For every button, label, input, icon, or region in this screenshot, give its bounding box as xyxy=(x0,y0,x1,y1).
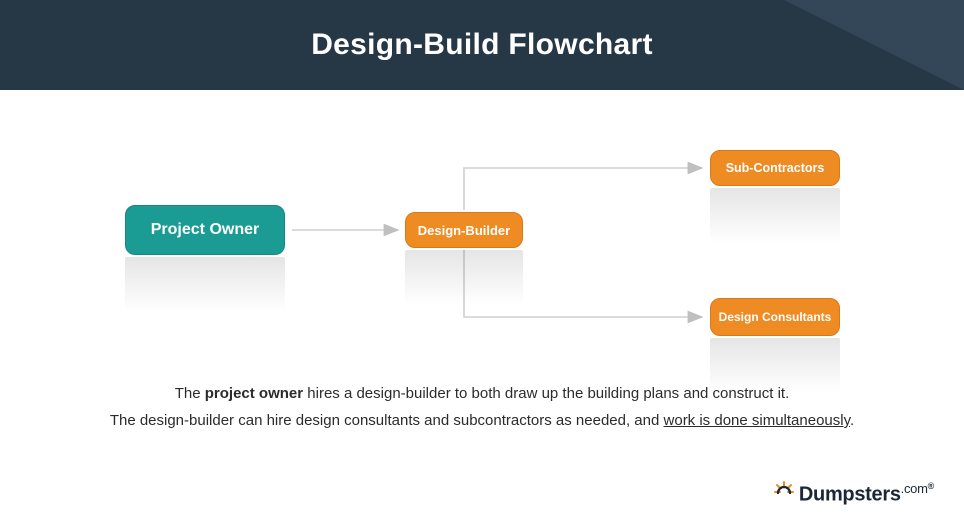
node-design-consultants: Design Consultants xyxy=(710,298,840,336)
logo-text: Dumpsters.com® xyxy=(799,481,934,507)
caption-text-part: The xyxy=(175,385,205,402)
logo-burst-icon xyxy=(773,480,795,507)
logo-suffix: .com xyxy=(901,481,928,496)
logo-registered: ® xyxy=(928,481,934,491)
node-sub-contractors: Sub-Contractors xyxy=(710,150,840,186)
arrow-builder-to-subcontractors xyxy=(464,168,702,210)
logo-brand: Dumpsters xyxy=(799,483,901,505)
page-title: Design-Build Flowchart xyxy=(311,28,653,62)
node-shadow xyxy=(710,188,840,243)
header-banner: Design-Build Flowchart xyxy=(0,0,964,90)
caption-text-part: The design-builder can hire design consu… xyxy=(110,412,664,429)
node-shadow xyxy=(405,250,523,305)
caption-text-part: . xyxy=(850,412,854,429)
node-design-builder: Design-Builder xyxy=(405,212,523,248)
caption-line-2: The design-builder can hire design consu… xyxy=(30,407,934,434)
caption-underline: work is done simultaneously xyxy=(664,412,850,429)
caption-bold: project owner xyxy=(205,385,303,402)
node-shadow xyxy=(710,338,840,393)
node-shadow xyxy=(125,257,285,312)
flowchart-canvas: Project Owner Design-Builder Sub-Contrac… xyxy=(0,90,964,380)
brand-logo: Dumpsters.com® xyxy=(773,480,934,507)
node-project-owner: Project Owner xyxy=(125,205,285,255)
